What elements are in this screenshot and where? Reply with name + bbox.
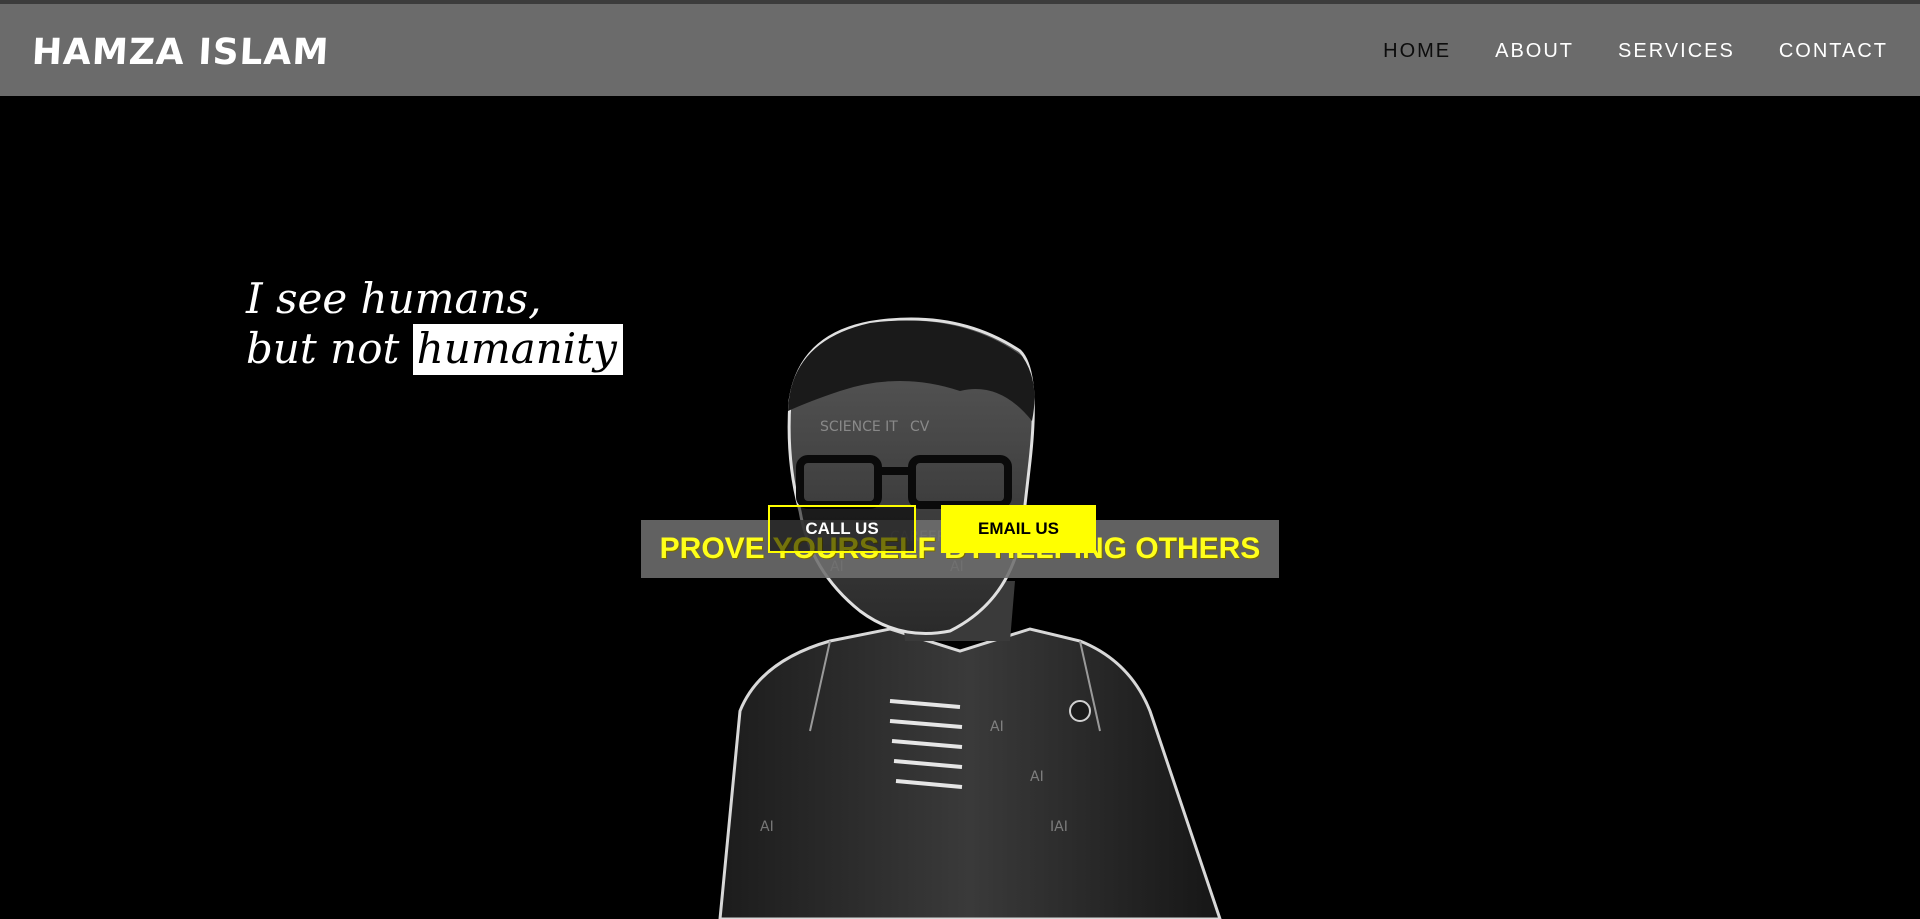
main-nav: HOME ABOUT SERVICES CONTACT: [1383, 40, 1888, 63]
nav-item-about[interactable]: ABOUT: [1495, 40, 1574, 63]
quote-line-2-prefix: but not: [246, 324, 400, 373]
call-us-button[interactable]: CALL US: [768, 505, 916, 553]
navbar: HAMZA ISLAM HOME ABOUT SERVICES CONTACT: [0, 4, 1920, 96]
page: HAMZA ISLAM HOME ABOUT SERVICES CONTACT: [0, 0, 1920, 919]
hero-portrait: SCIENCE IT CV CAREER AI AI AI AI IAI AI: [718, 317, 1222, 919]
nav-item-home[interactable]: HOME: [1383, 40, 1451, 63]
brand-logo[interactable]: HAMZA ISLAM: [31, 32, 330, 73]
svg-text:SCIENCE IT: SCIENCE IT: [820, 419, 898, 435]
quote-line-2: but not humanity: [246, 324, 623, 375]
svg-text:IAI: IAI: [1050, 819, 1068, 835]
svg-text:AI: AI: [990, 719, 1004, 735]
quote-highlight: humanity: [412, 324, 623, 375]
nav-item-services[interactable]: SERVICES: [1618, 40, 1735, 63]
quote-line-1: I see humans,: [246, 274, 542, 323]
svg-text:AI: AI: [1030, 769, 1044, 785]
hero-quote: I see humans, but not humanity: [246, 274, 623, 375]
svg-text:CV: CV: [910, 419, 930, 435]
email-us-button[interactable]: EMAIL US: [941, 505, 1096, 553]
svg-text:AI: AI: [760, 819, 774, 835]
nav-item-contact[interactable]: CONTACT: [1779, 40, 1888, 63]
